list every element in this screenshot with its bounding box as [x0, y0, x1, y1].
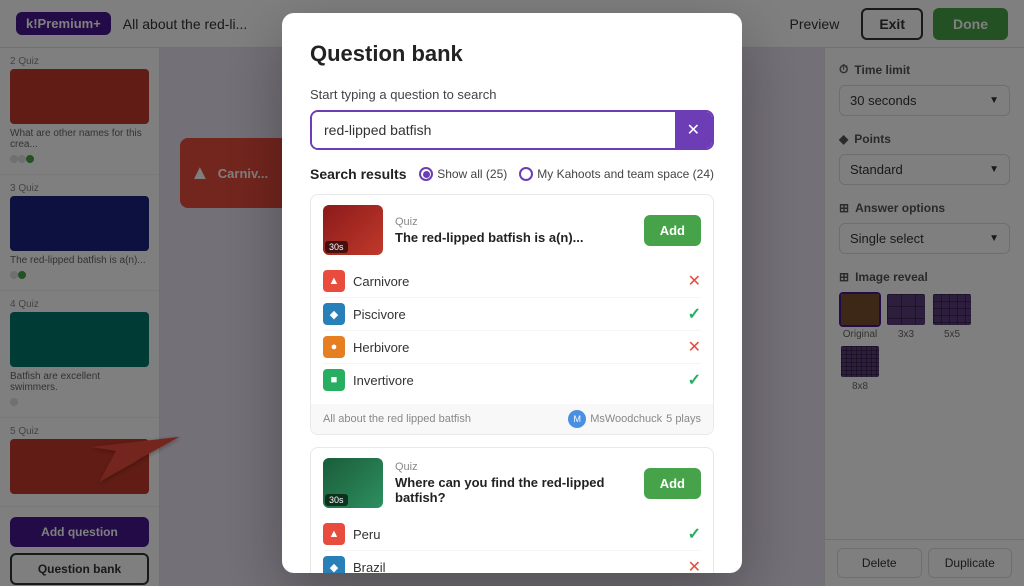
- answer-text-herbivore: Herbivore: [353, 340, 409, 355]
- answer-left: ◆ Piscivore: [323, 303, 406, 325]
- answer-left: ● Herbivore: [323, 336, 409, 358]
- result-card-header-2: 30s Quiz Where can you find the red-lipp…: [311, 448, 713, 518]
- modal-title: Question bank: [310, 41, 714, 67]
- answer-row-brazil: ◆ Brazil ✕: [323, 551, 701, 573]
- radio-show-all-label: Show all (25): [437, 167, 507, 181]
- answer-icon-red: ▲: [323, 270, 345, 292]
- radio-my-kahoots-label: My Kahoots and team space (24): [537, 167, 714, 181]
- result-type: Quiz: [395, 461, 632, 473]
- search-row: ✕: [310, 110, 714, 150]
- answer-icon-red: ▲: [323, 523, 345, 545]
- answer-icon-orange: ●: [323, 336, 345, 358]
- question-bank-modal: Question bank Start typing a question to…: [282, 13, 742, 573]
- radio-my-kahoots[interactable]: My Kahoots and team space (24): [519, 167, 714, 181]
- wrong-icon: ✕: [688, 337, 701, 357]
- thumb-timer: 30s: [325, 494, 348, 506]
- user-badge: M MsWoodchuck 5 plays: [568, 410, 701, 428]
- answer-text-carnivore: Carnivore: [353, 274, 409, 289]
- search-results-header: Search results Show all (25) My Kahoots …: [310, 166, 714, 182]
- add-result-2-button[interactable]: Add: [644, 468, 701, 499]
- correct-icon: ✓: [688, 370, 701, 390]
- answer-row-invertivore: ■ Invertivore ✓: [323, 364, 701, 396]
- answer-text-piscivore: Piscivore: [353, 307, 406, 322]
- answer-left: ■ Invertivore: [323, 369, 414, 391]
- results-label: Search results: [310, 166, 407, 182]
- search-clear-button[interactable]: ✕: [675, 112, 712, 148]
- search-input[interactable]: [312, 112, 675, 148]
- add-result-1-button[interactable]: Add: [644, 215, 701, 246]
- result-footer-text: All about the red lipped batfish: [323, 413, 471, 425]
- result-footer-1: All about the red lipped batfish M MsWoo…: [311, 404, 713, 434]
- answer-icon-blue: ◆: [323, 556, 345, 573]
- result-card-2: 30s Quiz Where can you find the red-lipp…: [310, 447, 714, 573]
- correct-icon: ✓: [688, 304, 701, 324]
- result-type: Quiz: [395, 216, 632, 228]
- radio-dot: [519, 167, 533, 181]
- search-label: Start typing a question to search: [310, 87, 714, 102]
- answer-row-carnivore: ▲ Carnivore ✕: [323, 265, 701, 298]
- answer-text-peru: Peru: [353, 527, 380, 542]
- wrong-icon: ✕: [688, 557, 701, 573]
- correct-icon: ✓: [688, 524, 701, 544]
- radio-dot-active: [419, 167, 433, 181]
- plays-text: 5 plays: [666, 413, 701, 425]
- result-thumb-2: 30s: [323, 458, 383, 508]
- user-avatar: M: [568, 410, 586, 428]
- answer-left: ▲ Carnivore: [323, 270, 409, 292]
- result-info-2: Quiz Where can you find the red-lipped b…: [395, 461, 632, 505]
- result-card-1: 30s Quiz The red-lipped batfish is a(n).…: [310, 194, 714, 435]
- radio-show-all[interactable]: Show all (25): [419, 167, 507, 181]
- result-info-1: Quiz The red-lipped batfish is a(n)...: [395, 216, 632, 245]
- result-answers-2: ▲ Peru ✓ ◆ Brazil ✕ ● Galapagos: [311, 518, 713, 573]
- answer-icon-blue: ◆: [323, 303, 345, 325]
- result-thumb-1: 30s: [323, 205, 383, 255]
- answer-text-brazil: Brazil: [353, 560, 386, 574]
- answer-left: ▲ Peru: [323, 523, 380, 545]
- answer-text-invertivore: Invertivore: [353, 373, 414, 388]
- result-question-2: Where can you find the red-lipped batfis…: [395, 475, 632, 505]
- answer-icon-green: ■: [323, 369, 345, 391]
- answer-left: ◆ Brazil: [323, 556, 386, 573]
- radio-group: Show all (25) My Kahoots and team space …: [419, 167, 714, 181]
- result-question-1: The red-lipped batfish is a(n)...: [395, 230, 632, 245]
- wrong-icon: ✕: [688, 271, 701, 291]
- modal-overlay[interactable]: Question bank Start typing a question to…: [0, 0, 1024, 586]
- result-answers-1: ▲ Carnivore ✕ ◆ Piscivore ✓ ● Herbivore: [311, 265, 713, 404]
- answer-row-piscivore: ◆ Piscivore ✓: [323, 298, 701, 331]
- thumb-timer: 30s: [325, 241, 348, 253]
- answer-row-peru: ▲ Peru ✓: [323, 518, 701, 551]
- answer-row-herbivore: ● Herbivore ✕: [323, 331, 701, 364]
- user-name: MsWoodchuck: [590, 413, 662, 425]
- result-card-header-1: 30s Quiz The red-lipped batfish is a(n).…: [311, 195, 713, 265]
